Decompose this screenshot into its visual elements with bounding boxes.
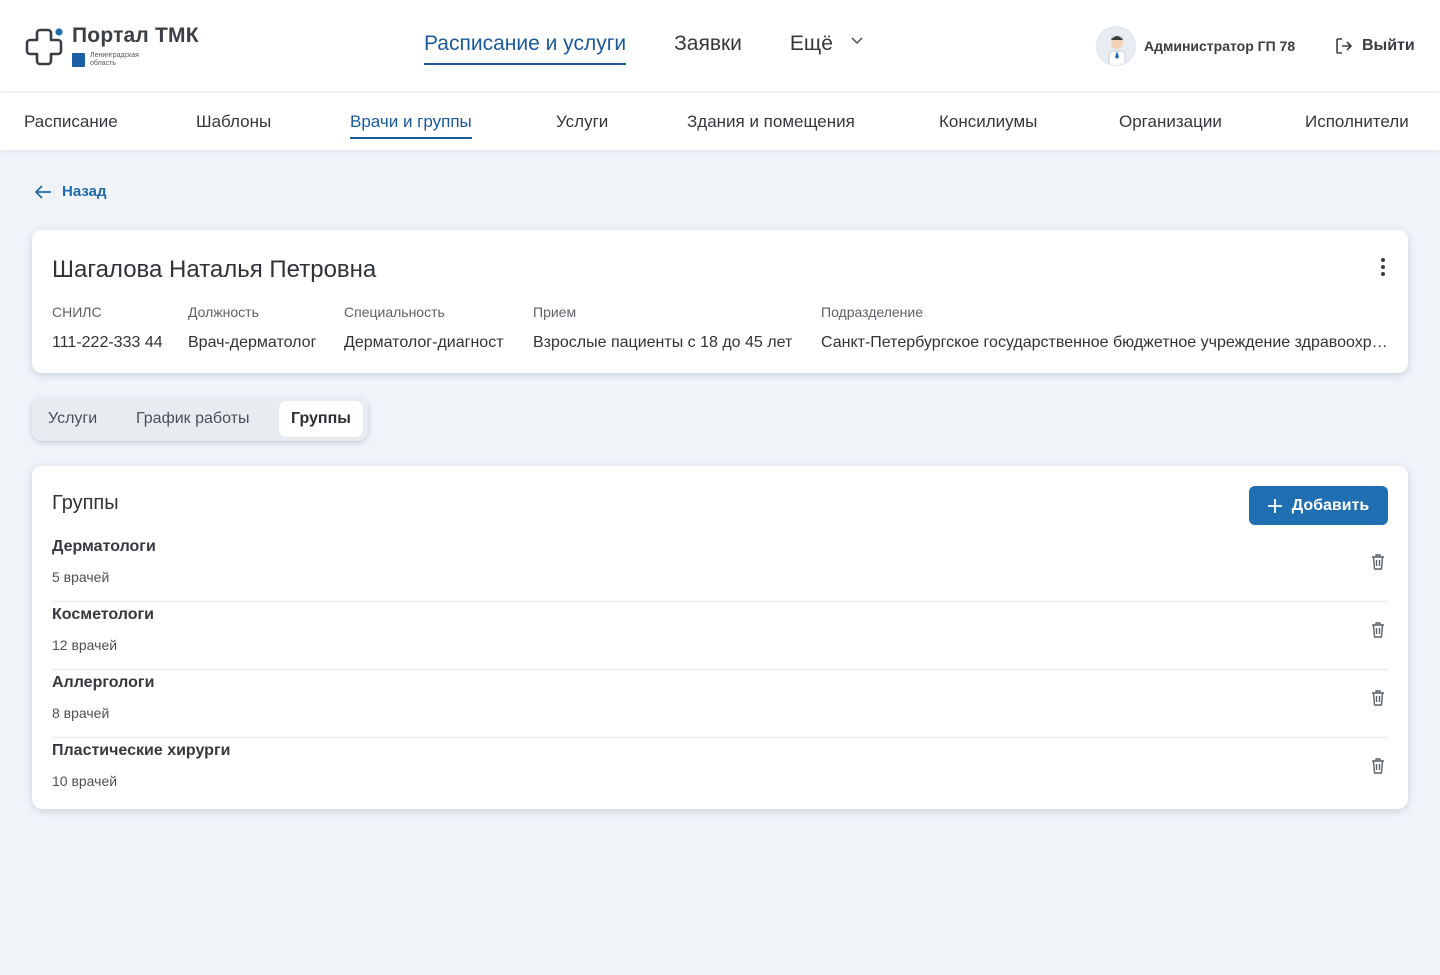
back-link[interactable]: Назад <box>34 183 106 200</box>
back-label: Назад <box>62 183 107 200</box>
field-position: Должность Врач-дерматолог <box>188 304 316 352</box>
logo-title: Портал ТМК <box>72 24 199 47</box>
nav-more-label: Ещё <box>789 32 833 55</box>
logout-button[interactable]: Выйти <box>1334 36 1415 56</box>
logo-region: Ленинградская область <box>72 52 150 68</box>
field-specialty: Специальность Дерматолог-диагност <box>344 304 504 352</box>
user-profile[interactable]: Администратор ГП 78 <box>1096 26 1295 66</box>
logo-region-text: Ленинградская область <box>90 52 139 67</box>
doctor-tabs: Услуги График работы Группы <box>32 397 368 441</box>
field-label: Должность <box>188 304 259 320</box>
region-flag-icon <box>72 53 85 67</box>
field-reception: Прием Взрослые пациенты с 18 до 45 лет <box>533 304 792 352</box>
field-value: 111-222-333 44 <box>52 334 163 351</box>
nav-more[interactable]: Ещё <box>790 32 863 64</box>
sub-nav: Расписание Шаблоны Врачи и группы Услуги… <box>0 93 1440 150</box>
add-group-button[interactable]: Добавить <box>1249 486 1388 525</box>
subnav-services[interactable]: Услуги <box>556 112 608 132</box>
groups-title: Группы <box>52 492 119 514</box>
field-label: Подразделение <box>821 304 924 320</box>
tab-groups[interactable]: Группы <box>279 401 363 437</box>
tab-work-schedule[interactable]: График работы <box>124 401 261 437</box>
group-name: Косметологи <box>52 606 154 623</box>
trash-icon[interactable] <box>1368 552 1388 572</box>
top-header: Портал ТМК Ленинградская область Расписа… <box>0 0 1440 92</box>
subnav-consiliums[interactable]: Консилиумы <box>939 112 1037 132</box>
more-options-icon[interactable] <box>1380 258 1386 278</box>
field-label: Прием <box>533 304 577 320</box>
group-count: 12 врачей <box>52 637 118 653</box>
subnav-executors[interactable]: Исполнители <box>1305 112 1409 132</box>
subnav-doctors-groups[interactable]: Врачи и группы <box>350 112 472 139</box>
doctor-card: Шагалова Наталья Петровна СНИЛС 111-222-… <box>32 230 1408 373</box>
user-name: Администратор ГП 78 <box>1144 38 1296 54</box>
plus-icon <box>1267 498 1282 513</box>
tab-services[interactable]: Услуги <box>36 401 109 437</box>
portal-logo[interactable]: Портал ТМК Ленинградская область <box>24 24 214 70</box>
group-name: Дерматологи <box>52 538 156 555</box>
subnav-templates[interactable]: Шаблоны <box>196 112 271 132</box>
nav-requests[interactable]: Заявки <box>674 32 742 64</box>
group-count: 8 врачей <box>52 705 110 721</box>
field-snils: СНИЛС 111-222-333 44 <box>52 304 163 352</box>
field-value: Санкт-Петербургское государственное бюдж… <box>821 334 1389 351</box>
field-value: Дерматолог-диагност <box>344 334 504 351</box>
group-name: Пластические хирурги <box>52 742 231 759</box>
list-item: Косметологи 12 врачей <box>52 602 1388 670</box>
group-name: Аллергологи <box>52 674 155 691</box>
avatar <box>1096 26 1136 66</box>
logout-label: Выйти <box>1362 37 1415 54</box>
logo-cross-icon <box>25 28 63 66</box>
field-value: Взрослые пациенты с 18 до 45 лет <box>533 334 793 351</box>
trash-icon[interactable] <box>1368 620 1388 640</box>
group-count: 5 врачей <box>52 569 110 585</box>
field-label: СНИЛС <box>52 304 102 320</box>
chevron-down-icon <box>851 37 863 45</box>
trash-icon[interactable] <box>1368 756 1388 776</box>
arrow-left-icon <box>35 184 51 199</box>
subnav-organizations[interactable]: Организации <box>1119 112 1222 132</box>
field-value: Врач-дерматолог <box>188 334 317 351</box>
field-label: Специальность <box>344 304 445 320</box>
subnav-buildings-rooms[interactable]: Здания и помещения <box>687 112 855 132</box>
group-count: 10 врачей <box>52 773 118 789</box>
list-item: Дерматологи 5 врачей <box>52 534 1388 602</box>
list-item: Аллергологи 8 врачей <box>52 670 1388 738</box>
subnav-schedule[interactable]: Расписание <box>24 112 118 132</box>
doctor-avatar-icon <box>1108 35 1126 65</box>
add-label: Добавить <box>1291 496 1370 514</box>
field-department: Подразделение Санкт-Петербургское госуда… <box>821 304 1389 352</box>
groups-card: Группы Добавить Дерматологи 5 врачей Кос… <box>32 466 1408 809</box>
list-item: Пластические хирурги 10 врачей <box>52 738 1388 806</box>
doctor-name: Шагалова Наталья Петровна <box>52 256 377 283</box>
logout-icon <box>1336 38 1352 54</box>
trash-icon[interactable] <box>1368 688 1388 708</box>
nav-schedule-services[interactable]: Расписание и услуги <box>424 32 627 65</box>
main-nav: Расписание и услуги Заявки Ещё <box>424 32 911 65</box>
